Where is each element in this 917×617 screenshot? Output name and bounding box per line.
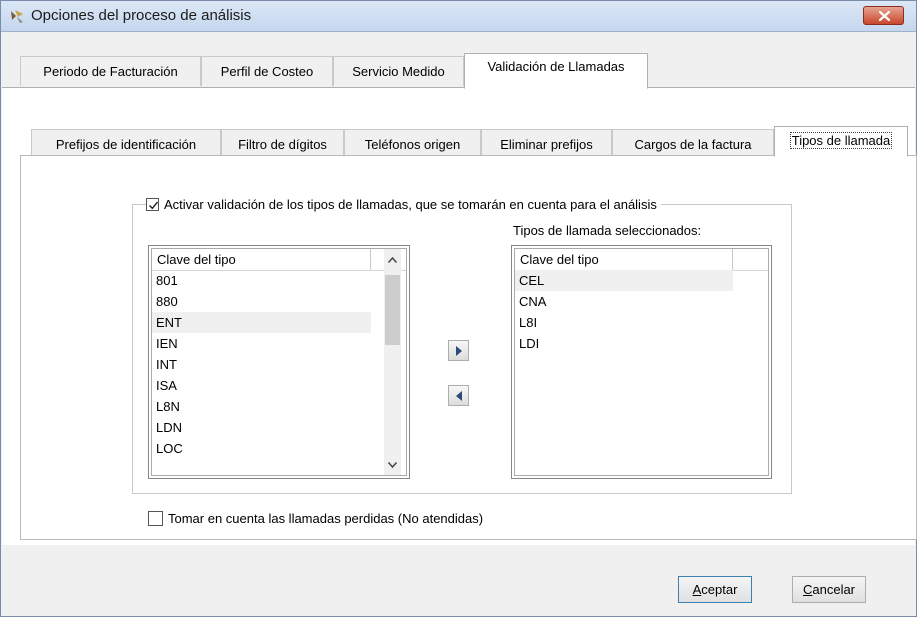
list-item[interactable]: LDN [152, 417, 371, 438]
list-item[interactable]: IEN [152, 333, 371, 354]
window-title: Opciones del proceso de análisis [31, 7, 252, 24]
missed-calls-checkbox[interactable]: Tomar en cuenta las llamadas perdidas (N… [148, 511, 483, 526]
list-item[interactable]: CEL [515, 270, 733, 291]
list-item[interactable]: CNA [515, 291, 733, 312]
list-item[interactable]: 801 [152, 270, 371, 291]
selected-column-filler [733, 249, 768, 270]
scroll-up-icon[interactable] [387, 256, 398, 264]
list-item[interactable]: L8I [515, 312, 733, 333]
list-item[interactable]: ENT [152, 312, 371, 333]
selected-types-list[interactable]: Clave del tipo CEL CNA L8I LDI [511, 245, 772, 479]
missed-calls-label: Tomar en cuenta las llamadas perdidas (N… [168, 511, 484, 526]
accept-label: ceptar [701, 582, 738, 597]
tab-perfil-costeo[interactable]: Perfil de Costeo [201, 56, 333, 86]
cancel-label: ancelar [812, 582, 856, 597]
dialog-window: Opciones del proceso de análisis Periodo… [0, 0, 917, 617]
selected-column-header[interactable]: Clave del tipo [515, 249, 733, 270]
available-types-list[interactable]: Clave del tipo 801 880 ENT IEN INT ISA L… [148, 245, 410, 479]
selected-list-header: Clave del tipo [515, 249, 768, 271]
available-column-header[interactable]: Clave del tipo [152, 249, 371, 270]
accept-button[interactable]: Aceptar [678, 576, 752, 603]
accept-mnemonic: A [692, 582, 702, 597]
cancel-button[interactable]: Cancelar [792, 576, 866, 603]
activate-validation-checkbox[interactable]: Activar validación de los tipos de llama… [146, 195, 661, 213]
add-type-button[interactable] [448, 340, 469, 361]
tab-validacion-llamadas[interactable]: Validación de Llamadas [464, 53, 648, 89]
app-icon [11, 10, 23, 23]
cancel-mnemonic: C [802, 582, 813, 597]
tab-tipos-llamada[interactable]: Tipos de llamada [774, 126, 908, 157]
list-item[interactable]: ISA [152, 375, 371, 396]
tab-tipos-llamada-label: Tipos de llamada [789, 132, 893, 149]
close-icon [879, 11, 890, 21]
close-button[interactable] [863, 6, 904, 25]
title-bar: Opciones del proceso de análisis [1, 1, 916, 32]
list-item[interactable]: LOC [152, 438, 371, 459]
available-list-header: Clave del tipo [152, 249, 406, 271]
checkmark-icon [149, 201, 159, 209]
list-item[interactable]: INT [152, 354, 371, 375]
scroll-thumb[interactable] [385, 275, 400, 345]
remove-type-button[interactable] [448, 385, 469, 406]
arrow-right-icon [456, 346, 462, 356]
selected-list-title: Tipos de llamada seleccionados: [513, 223, 702, 238]
activate-validation-check[interactable] [146, 197, 159, 211]
scroll-down-icon[interactable] [387, 461, 398, 469]
tab-periodo-facturacion[interactable]: Periodo de Facturación [20, 56, 201, 86]
list-item[interactable]: 880 [152, 291, 371, 312]
missed-calls-check[interactable] [148, 511, 163, 526]
tab-servicio-medido[interactable]: Servicio Medido [333, 56, 464, 86]
available-list-scrollbar[interactable] [384, 249, 401, 475]
arrow-left-icon [456, 391, 462, 401]
activate-validation-label: Activar validación de los tipos de llama… [164, 196, 657, 212]
list-item[interactable]: L8N [152, 396, 371, 417]
list-item[interactable]: LDI [515, 333, 733, 354]
